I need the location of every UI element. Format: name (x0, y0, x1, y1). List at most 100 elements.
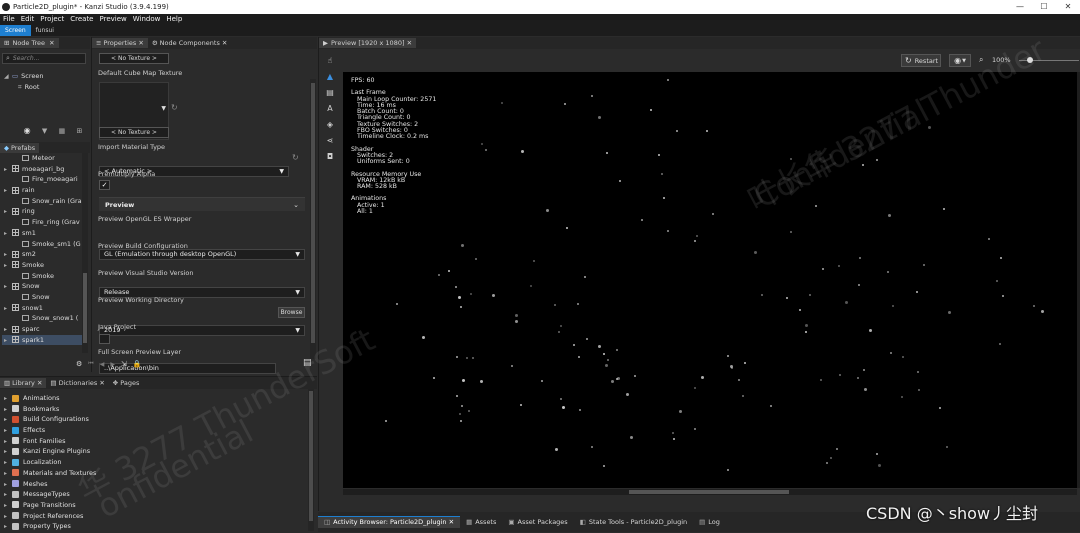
chevron-down-icon[interactable]: ▼ (161, 105, 166, 112)
menu-project[interactable]: Project (37, 14, 67, 25)
zoom-level[interactable]: 100% (992, 56, 1011, 64)
list-view-icon[interactable]: ▤ (303, 358, 312, 368)
close-icon[interactable]: ✕ (407, 39, 412, 47)
expand-arrow-icon[interactable]: ◢ (4, 72, 12, 83)
prefab-item[interactable]: Smoke (2, 271, 82, 282)
close-icon[interactable]: ✕ (37, 379, 42, 387)
expand-arrow-icon[interactable]: ▸ (4, 207, 12, 218)
eye-icon[interactable]: ◉ (24, 126, 31, 135)
library-item[interactable]: ▸ Effects (4, 425, 204, 436)
menu-edit[interactable]: Edit (18, 14, 38, 25)
no-texture-dropdown-top[interactable]: < No Texture > (99, 53, 169, 64)
tab-activity-browser[interactable]: ◫ Activity Browser: Particle2D_plugin ✕ (318, 516, 461, 528)
preview-canvas[interactable]: FPS: 60 Last Frame Main Loop Counter: 25… (343, 72, 1077, 488)
settings-icon[interactable]: ⚙ (76, 360, 82, 368)
lock-icon[interactable]: 🔒 (133, 360, 142, 368)
prefab-item[interactable]: ▸ ring (2, 206, 82, 217)
expand-arrow-icon[interactable]: ▸ (4, 282, 12, 293)
expand-arrow-icon[interactable]: ▸ (4, 186, 12, 197)
tab-state-tools[interactable]: ◧ State Tools - Particle2D_plugin (574, 517, 693, 528)
tab-pages[interactable]: ✥ Pages (109, 378, 144, 388)
expand-arrow-icon[interactable]: ▸ (4, 165, 12, 176)
tab-node-tree[interactable]: ⊞ Node Tree ✕ (0, 38, 59, 48)
share-icon[interactable]: ⋖ (323, 133, 337, 149)
minimize-button[interactable]: — (1008, 0, 1032, 14)
close-icon[interactable]: ✕ (222, 39, 227, 47)
expand-arrow-icon[interactable]: ▸ (4, 501, 12, 512)
prev-icon[interactable]: ◀ (100, 361, 105, 368)
maximize-button[interactable]: ☐ (1032, 0, 1056, 14)
expand-arrow-icon[interactable]: ▸ (4, 304, 12, 315)
library-item[interactable]: ▸ Page Transitions (4, 500, 204, 511)
expand-arrow-icon[interactable]: ▸ (4, 336, 12, 347)
library-item[interactable]: ▸ Build Configurations (4, 414, 204, 425)
add-node-icon[interactable]: ⊞ (76, 127, 82, 135)
properties-scrollbar[interactable] (310, 79, 316, 359)
java-project-checkbox[interactable] (99, 334, 110, 344)
prefab-item[interactable]: ▸ Snow (2, 281, 82, 292)
library-item[interactable]: ▸ Materials and Textures (4, 468, 204, 479)
close-icon[interactable]: ✕ (49, 39, 54, 47)
prefab-item[interactable]: ▸ spark1 (2, 334, 82, 347)
library-item[interactable]: ▸ Localization (4, 457, 204, 468)
menu-window[interactable]: Window (130, 14, 164, 25)
search-input[interactable]: Search... (13, 55, 39, 62)
preview-section-header[interactable]: Preview ⌄ (99, 197, 305, 211)
tab-asset-packages[interactable]: ▣ Asset Packages (502, 517, 573, 528)
tab-preview[interactable]: ▶ Preview [1920 x 1080] ✕ (319, 38, 417, 48)
tree-item-root[interactable]: ⌗ Root (4, 82, 88, 93)
restart-button[interactable]: ↻ Restart (901, 54, 941, 67)
node-tree-search[interactable]: ⌕ Search... (2, 53, 86, 64)
no-texture-dropdown-bottom[interactable]: < No Texture > (99, 127, 169, 138)
tab-prefabs[interactable]: ◆ Prefabs (0, 142, 40, 153)
close-icon[interactable]: ✕ (449, 518, 454, 526)
grid-icon[interactable]: ▦ (59, 127, 66, 135)
close-icon[interactable]: ✕ (138, 39, 143, 47)
library-item[interactable]: ▸ Property Types (4, 521, 204, 532)
camera-icon[interactable]: ◘ (323, 149, 337, 165)
library-item[interactable]: ▸ Meshes (4, 479, 204, 490)
menu-help[interactable]: Help (163, 14, 185, 25)
library-item[interactable]: ▸ Kanzi Engine Plugins (4, 446, 204, 457)
browse-button[interactable]: Browse (278, 307, 305, 318)
prefab-item[interactable]: Smoke_sm1 (G (2, 239, 82, 250)
close-button[interactable]: ✕ (1056, 0, 1080, 14)
expand-arrow-icon[interactable]: ▸ (4, 522, 12, 533)
tab-screen[interactable]: Screen (0, 25, 31, 36)
touch-tool-icon[interactable]: ☝ (323, 53, 337, 69)
menu-file[interactable]: File (0, 14, 18, 25)
library-scrollbar[interactable] (308, 389, 314, 531)
collapse-icon[interactable]: ⇲ (121, 360, 127, 368)
library-item[interactable]: ▸ MessageTypes (4, 489, 204, 500)
prefab-item[interactable]: ▸ sparc (2, 324, 82, 335)
tab-log[interactable]: ▤ Log (693, 517, 726, 528)
first-icon[interactable]: ⏮ (88, 360, 93, 368)
prefab-item[interactable]: ▸ rain (2, 185, 82, 196)
close-icon[interactable]: ✕ (99, 379, 104, 387)
tab-properties[interactable]: ≡ Properties ✕ (92, 38, 148, 48)
select-tool-icon[interactable]: ▲ (323, 69, 337, 85)
library-item[interactable]: ▸ Animations (4, 393, 204, 404)
reset-icon[interactable]: ↻ (171, 103, 178, 112)
text-tool-icon[interactable]: A (323, 101, 337, 117)
prefab-item[interactable]: Fire_moeagari (2, 174, 82, 185)
tab-node-components[interactable]: ⚙ Node Components ✕ (148, 38, 232, 48)
scrollbar-thumb[interactable] (311, 83, 315, 343)
next-icon[interactable]: ▶ (110, 361, 115, 368)
stack-icon[interactable]: ◈ (323, 117, 337, 133)
prefab-item[interactable]: ▸ sm2 (2, 249, 82, 260)
prefab-item[interactable]: Snow_rain (Gra (2, 196, 82, 207)
menu-preview[interactable]: Preview (97, 14, 130, 25)
preview-h-scrollbar[interactable] (343, 489, 1077, 495)
preview-visibility-button[interactable]: ◉ ▼ (949, 54, 971, 67)
tree-item-screen[interactable]: ◢ ▭ Screen (4, 71, 88, 82)
expand-arrow-icon[interactable]: ▸ (4, 261, 12, 272)
premultiply-alpha-checkbox[interactable]: ✓ (99, 180, 110, 190)
library-item[interactable]: ▸ Project References (4, 511, 204, 522)
prefab-item[interactable]: Snow (2, 292, 82, 303)
scrollbar-thumb[interactable] (629, 490, 789, 494)
prefab-item[interactable]: ▸ Smoke (2, 260, 82, 271)
expand-arrow-icon[interactable]: ▸ (4, 229, 12, 240)
prefab-scrollbar[interactable] (82, 153, 88, 353)
prefab-item[interactable]: Snow_snow1 ( (2, 313, 82, 324)
